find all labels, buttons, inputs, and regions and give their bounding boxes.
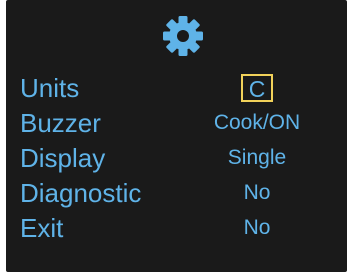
units-value[interactable]: C — [241, 74, 273, 102]
menu-item-label: Units — [20, 73, 80, 103]
menu-item-diagnostic[interactable]: Diagnostic No — [6, 176, 347, 210]
menu-item-label: Diagnostic — [20, 178, 142, 208]
settings-screen: Units C Buzzer Cook/ON Display Single Di… — [6, 0, 347, 272]
diagnostic-value[interactable]: No — [202, 176, 312, 210]
menu-item-label: Display — [20, 143, 106, 173]
gear-icon — [161, 14, 205, 58]
menu-item-label: Exit — [20, 213, 64, 243]
menu-item-exit[interactable]: Exit No — [6, 211, 347, 245]
menu-item-display[interactable]: Display Single — [6, 141, 347, 175]
menu-item-units[interactable]: Units C — [6, 71, 347, 105]
exit-value[interactable]: No — [202, 211, 312, 245]
buzzer-value[interactable]: Cook/ON — [202, 106, 312, 140]
menu-item-label: Buzzer — [20, 108, 101, 138]
display-value[interactable]: Single — [202, 141, 312, 175]
menu-item-buzzer[interactable]: Buzzer Cook/ON — [6, 106, 347, 140]
